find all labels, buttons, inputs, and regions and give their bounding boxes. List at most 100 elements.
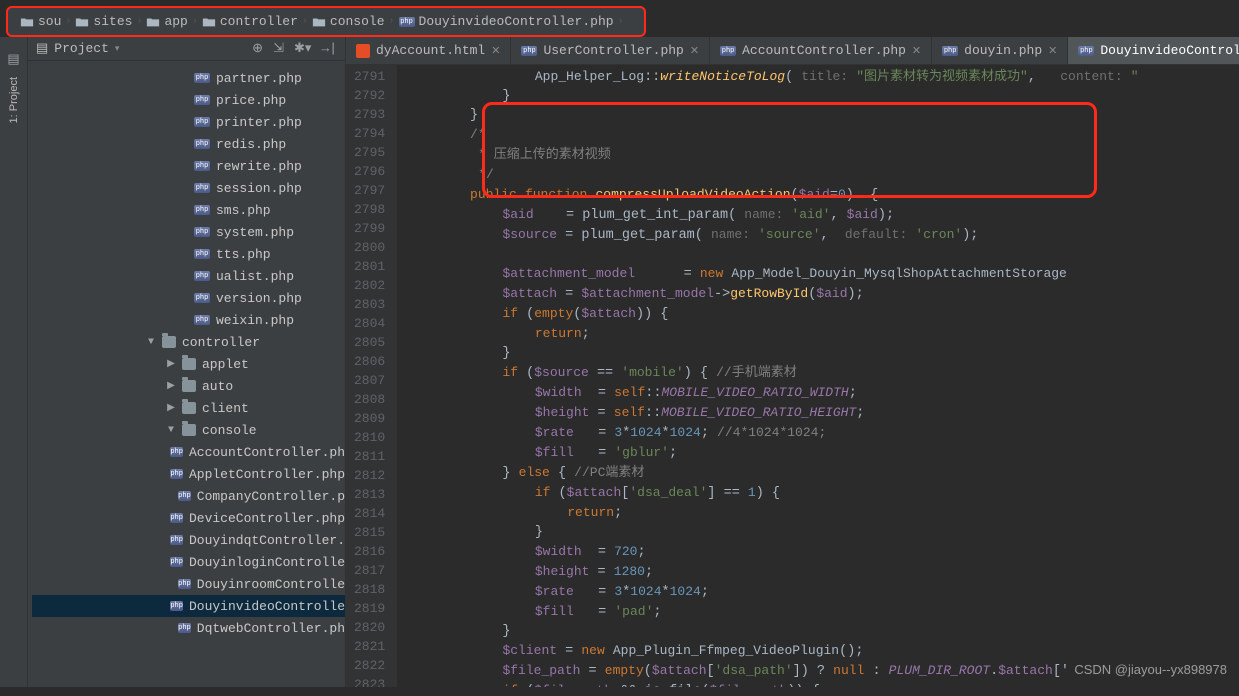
tree-row[interactable]: phpsession.php xyxy=(32,177,345,199)
tree-row[interactable]: phpsystem.php xyxy=(32,221,345,243)
php-icon: php xyxy=(194,117,210,127)
expand-icon[interactable]: ⇲ xyxy=(273,41,284,56)
php-icon: php xyxy=(942,46,958,56)
tree-row[interactable]: phpweixin.php xyxy=(32,309,345,331)
project-header[interactable]: ▤ Project ▾ xyxy=(36,41,119,56)
chevron-right-icon[interactable]: ▶ xyxy=(166,402,176,414)
tree-row[interactable]: phppartner.php xyxy=(32,67,345,89)
php-icon: php xyxy=(178,579,191,589)
crumb-sou[interactable]: sou xyxy=(20,14,61,29)
tree-label: AppletController.php xyxy=(189,467,345,482)
editor-tab[interactable]: php AccountController.php ✕ xyxy=(710,37,932,64)
php-icon: php xyxy=(194,205,210,215)
tree-label: AccountController.ph xyxy=(189,445,345,460)
chevron-right-icon[interactable]: ▶ xyxy=(166,380,176,392)
tree-row[interactable]: php AccountController.ph xyxy=(32,441,345,463)
tree-row[interactable]: php DouyindqtController. xyxy=(32,529,345,551)
crumb-app[interactable]: app xyxy=(146,14,187,29)
tree-row[interactable]: phptts.php xyxy=(32,243,345,265)
php-icon: php xyxy=(194,227,210,237)
tree-row[interactable]: phpDouyinvideoControlle xyxy=(32,595,345,617)
chevron-right-icon: › xyxy=(136,16,142,27)
tree-label: price.php xyxy=(216,93,286,108)
tree-row[interactable]: ▼controller xyxy=(32,331,345,353)
tree-label: DouyinroomControlle xyxy=(197,577,345,592)
chevron-down-icon[interactable]: ▼ xyxy=(166,425,176,436)
editor-tab[interactable]: phpDouyinvideoController.ph✕ xyxy=(1068,37,1239,64)
chevron-right-icon[interactable]: ▶ xyxy=(166,358,176,370)
tree-label: DouyindqtController. xyxy=(189,533,345,548)
php-icon: php xyxy=(170,469,183,479)
crumb-sites[interactable]: sites xyxy=(75,14,132,29)
editor-tab[interactable]: phpUserController.php✕ xyxy=(511,37,710,64)
close-icon[interactable]: ✕ xyxy=(1048,44,1057,58)
tree-row[interactable]: phpDqtwebController.ph xyxy=(32,617,345,639)
html-icon xyxy=(356,44,370,58)
php-icon: php xyxy=(194,293,210,303)
editor-tab[interactable]: dyAccount.html ✕ xyxy=(346,37,511,64)
structure-icon[interactable]: ▤ xyxy=(7,51,19,67)
folder-icon xyxy=(162,336,176,348)
target-icon[interactable]: ⊕ xyxy=(252,41,263,56)
gutter: 2791279227932794279527962797279827992800… xyxy=(346,65,397,687)
php-icon: php xyxy=(194,271,210,281)
tree-row[interactable]: ▶applet xyxy=(32,353,345,375)
tree-label: sms.php xyxy=(216,203,271,218)
tree-label: rewrite.php xyxy=(216,159,302,174)
php-icon: php xyxy=(194,73,210,83)
folder-icon xyxy=(182,402,196,414)
tree-row[interactable]: phpDeviceController.php xyxy=(32,507,345,529)
collapse-icon[interactable]: →| xyxy=(321,41,337,56)
tree-label: redis.php xyxy=(216,137,286,152)
tab-label: UserController.php xyxy=(543,43,683,58)
code-editor[interactable]: App_Helper_Log::writeNoticeToLog( title:… xyxy=(397,65,1239,687)
php-icon: php xyxy=(170,447,183,457)
tree-label: session.php xyxy=(216,181,302,196)
tree-row[interactable]: php ualist.php xyxy=(32,265,345,287)
editor-tabs[interactable]: dyAccount.html✕phpUserController.php✕php… xyxy=(346,37,1239,65)
php-icon: php xyxy=(170,557,183,567)
tree-row[interactable]: phpCompanyController.p xyxy=(32,485,345,507)
tree-row[interactable]: php DouyinloginControlle xyxy=(32,551,345,573)
close-icon[interactable]: ✕ xyxy=(690,44,699,58)
gear-icon[interactable]: ✱▾ xyxy=(294,41,311,56)
chevron-down-icon[interactable]: ▼ xyxy=(146,337,156,348)
tree-label: DouyinloginControlle xyxy=(189,555,345,570)
tree-row[interactable]: php sms.php xyxy=(32,199,345,221)
editor-tab[interactable]: phpdouyin.php✕ xyxy=(932,37,1068,64)
close-icon[interactable]: ✕ xyxy=(912,44,921,58)
editor-area: dyAccount.html✕phpUserController.php✕php… xyxy=(346,37,1239,687)
php-icon: php xyxy=(170,535,183,545)
tree-row[interactable]: ▼console xyxy=(32,419,345,441)
php-icon: php xyxy=(720,46,736,56)
dropdown-chevron-icon[interactable]: ▾ xyxy=(115,44,120,54)
tree-row[interactable]: phprewrite.php xyxy=(32,155,345,177)
tree-row[interactable]: phpredis.php xyxy=(32,133,345,155)
tab-label: AccountController.php xyxy=(742,43,906,58)
tree-label: ualist.php xyxy=(216,269,294,284)
project-toolwindow-label[interactable]: 1: Project xyxy=(8,77,20,123)
tree-label: DouyinvideoControlle xyxy=(189,599,345,614)
tab-label: dyAccount.html xyxy=(376,43,485,58)
project-icon: ▤ xyxy=(36,41,48,56)
crumb-controller[interactable]: controller xyxy=(202,14,298,29)
project-tree[interactable]: phppartner.phpphpprice.phpphpprinter.php… xyxy=(28,61,345,645)
close-icon[interactable]: ✕ xyxy=(491,44,500,58)
tree-row[interactable]: php AppletController.php xyxy=(32,463,345,485)
breadcrumb: sou› sites› app› controller› console› ph… xyxy=(6,6,646,37)
crumb-console[interactable]: console xyxy=(312,14,385,29)
tree-row[interactable]: php DouyinroomControlle xyxy=(32,573,345,595)
tree-row[interactable]: phpprinter.php xyxy=(32,111,345,133)
chevron-right-icon: › xyxy=(618,16,624,27)
project-label: Project xyxy=(54,41,109,56)
tree-label: weixin.php xyxy=(216,313,294,328)
crumb-file[interactable]: phpDouyinvideoController.php xyxy=(399,14,614,29)
tree-row[interactable]: php version.php xyxy=(32,287,345,309)
tree-row[interactable]: phpprice.php xyxy=(32,89,345,111)
folder-icon xyxy=(182,424,196,436)
chevron-right-icon: › xyxy=(302,16,308,27)
tree-row[interactable]: ▶client xyxy=(32,397,345,419)
tree-label: version.php xyxy=(216,291,302,306)
tree-row[interactable]: ▶auto xyxy=(32,375,345,397)
chevron-right-icon: › xyxy=(192,16,198,27)
